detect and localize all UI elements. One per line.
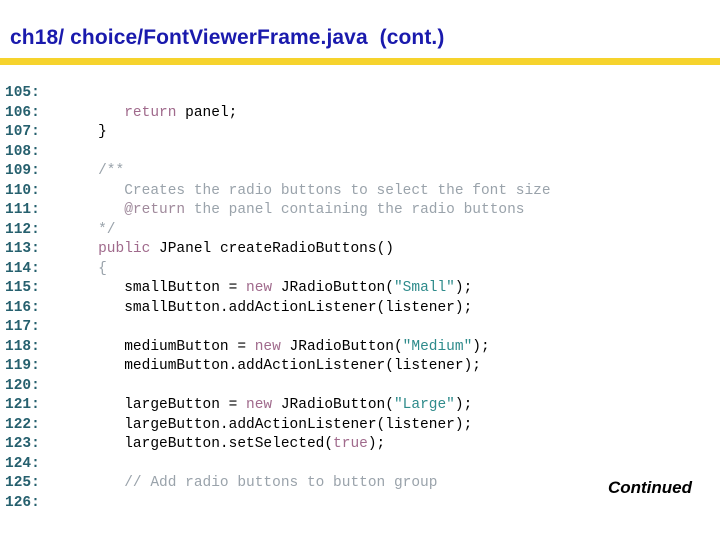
code-token-keyword: true xyxy=(333,436,368,452)
code-line: 119: mediumButton.addActionListener(list… xyxy=(0,357,720,377)
code-line-number: 108: xyxy=(5,143,40,160)
code-line: 120: xyxy=(0,377,720,397)
code-token-plain: JRadioButton( xyxy=(272,280,394,296)
code-line: 121: largeButton = new JRadioButton("Lar… xyxy=(0,396,720,416)
code-token-keyword: new xyxy=(246,280,273,296)
code-line: 123: largeButton.setSelected(true); xyxy=(0,435,720,455)
code-token-plain: mediumButton = xyxy=(72,338,255,355)
code-token-string: "Large" xyxy=(393,397,455,413)
code-line-number: 124: xyxy=(5,455,40,472)
code-token-plain: JRadioButton( xyxy=(280,338,403,355)
code-line-text: largeButton = new JRadioButton("Large"); xyxy=(72,396,472,416)
code-token-plain: ); xyxy=(472,338,490,355)
code-line-text: } xyxy=(72,123,107,143)
code-line-text: Creates the radio buttons to select the … xyxy=(72,182,551,202)
code-line: 113: public JPanel createRadioButtons() xyxy=(0,240,720,260)
code-token-keyword: public xyxy=(98,241,151,257)
code-token-plain: ); xyxy=(454,280,473,296)
code-token-string: "Medium" xyxy=(402,338,473,355)
code-line-number: 116: xyxy=(5,299,40,316)
code-line-number: 110: xyxy=(5,182,40,199)
code-line: 108: xyxy=(0,143,720,163)
code-line-number: 109: xyxy=(5,163,40,179)
code-line: 107: } xyxy=(0,123,720,143)
code-line: 115: smallButton = new JRadioButton("Sma… xyxy=(0,279,720,299)
code-line-text: mediumButton = new JRadioButton("Medium"… xyxy=(72,338,490,358)
code-token-comment: Creates the radio buttons to select the … xyxy=(72,182,551,199)
code-line-text: return panel; xyxy=(72,104,237,124)
code-line: 111: @return the panel containing the ra… xyxy=(0,201,720,221)
code-token-plain: smallButton = xyxy=(72,280,247,296)
page-title: ch18/ choice/FontViewerFrame.java (cont.… xyxy=(10,26,445,49)
code-line-number: 126: xyxy=(5,494,40,511)
code-line: 105: xyxy=(0,84,720,104)
code-token-plain: panel; xyxy=(176,104,238,121)
code-line-number: 111: xyxy=(5,202,40,218)
code-line-number: 113: xyxy=(5,241,40,257)
code-line: 118: mediumButton = new JRadioButton("Me… xyxy=(0,338,720,358)
code-line-text: /** xyxy=(72,162,124,182)
code-line-number: 119: xyxy=(5,358,40,374)
code-token-string: "Small" xyxy=(393,280,455,296)
code-line-text: smallButton.addActionListener(listener); xyxy=(72,299,472,319)
code-line-text: public JPanel createRadioButtons() xyxy=(72,240,394,260)
code-line-number: 114: xyxy=(5,260,40,277)
code-token-keyword: new xyxy=(254,338,281,355)
code-token-plain: smallButton.addActionListener(listener); xyxy=(72,299,473,316)
title-divider xyxy=(0,58,720,65)
code-line-number: 112: xyxy=(5,221,40,238)
code-token-plain: ); xyxy=(367,436,386,452)
code-line: 109: /** xyxy=(0,162,720,182)
code-token-tag: @return xyxy=(124,202,186,218)
code-listing: 105: 106: return panel; 107: } 108: 109: /**… xyxy=(0,84,720,513)
code-token-keyword: return xyxy=(124,104,177,121)
code-line-text: @return the panel containing the radio b… xyxy=(72,201,525,221)
code-line-number: 122: xyxy=(5,416,40,433)
code-token-keyword: new xyxy=(246,397,273,413)
code-line: 110: Creates the radio buttons to select… xyxy=(0,182,720,202)
code-token-comment: the panel containing the radio buttons xyxy=(185,202,525,218)
code-line: 117: xyxy=(0,318,720,338)
code-line: 116: smallButton.addActionListener(liste… xyxy=(0,299,720,319)
code-line-text: { xyxy=(72,260,107,280)
code-line-text: mediumButton.addActionListener(listener)… xyxy=(72,357,481,377)
code-line-number: 121: xyxy=(5,397,40,413)
code-token-comment: { xyxy=(72,260,107,277)
code-token-plain: largeButton = xyxy=(72,397,247,413)
code-line: 122: largeButton.addActionListener(liste… xyxy=(0,416,720,436)
code-token-plain: } xyxy=(72,124,107,140)
code-token-plain: ); xyxy=(454,397,473,413)
code-line-text: */ xyxy=(72,221,116,241)
continued-label: Continued xyxy=(607,478,692,497)
code-line-text: // Add radio buttons to button group xyxy=(72,474,437,494)
code-line-number: 106: xyxy=(5,104,40,121)
code-line-number: 118: xyxy=(5,338,40,355)
code-line-number: 123: xyxy=(5,436,40,452)
code-line: 124: xyxy=(0,455,720,475)
code-line-text: largeButton.addActionListener(listener); xyxy=(72,416,472,436)
code-line: 112: */ xyxy=(0,221,720,241)
code-line: 106: return panel; xyxy=(0,104,720,124)
code-line-number: 120: xyxy=(5,377,40,394)
code-line-number: 105: xyxy=(5,85,40,101)
code-token-comment: // Add radio buttons to button group xyxy=(72,475,438,491)
code-line-number: 115: xyxy=(5,280,40,296)
code-token-plain: mediumButton.addActionListener(listener)… xyxy=(72,358,481,374)
code-token-comment: /** xyxy=(72,163,125,179)
code-token-plain: JPanel createRadioButtons() xyxy=(150,241,394,257)
code-line-number: 117: xyxy=(5,319,40,335)
code-line-text: smallButton = new JRadioButton("Small"); xyxy=(72,279,472,299)
code-line-number: 107: xyxy=(5,124,40,140)
code-token-plain: largeButton.setSelected( xyxy=(72,436,334,452)
code-token-plain: JRadioButton( xyxy=(272,397,394,413)
code-token-comment: */ xyxy=(72,221,116,238)
code-line-number: 125: xyxy=(5,475,40,491)
code-token-plain: largeButton.addActionListener(listener); xyxy=(72,416,473,433)
code-line: 114: { xyxy=(0,260,720,280)
code-line-text: largeButton.setSelected(true); xyxy=(72,435,385,455)
